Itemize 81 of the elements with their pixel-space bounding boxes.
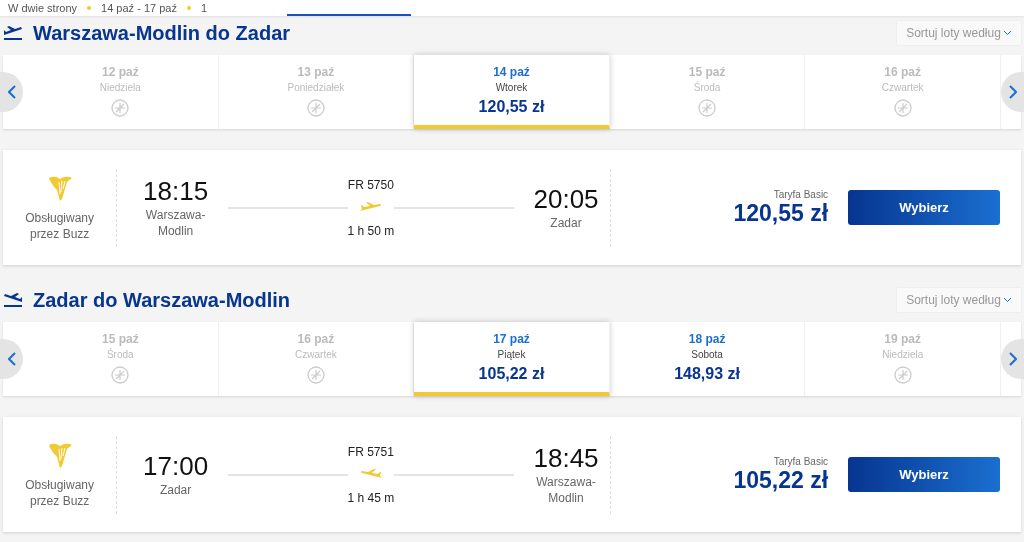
date-label: 17 paź bbox=[493, 332, 530, 346]
no-flight-icon bbox=[111, 366, 130, 384]
date-label: 18 paź bbox=[688, 332, 726, 346]
departure-city: Warszawa-Modlin bbox=[144, 207, 207, 239]
fare-price: 105,22 zł bbox=[733, 466, 829, 494]
select-button[interactable]: Wybierz bbox=[848, 190, 1000, 225]
plane-icon bbox=[359, 468, 382, 481]
date-tab[interactable]: 17 paź Piątek 105,22 zł bbox=[414, 322, 610, 396]
flight-number: FR 5750 bbox=[347, 177, 394, 192]
date-label: 15 paź bbox=[688, 65, 726, 79]
date-label: 15 paź bbox=[101, 332, 139, 346]
operator-label: Obsługiwany przez Buzz bbox=[24, 476, 95, 509]
weekday-label: Piątek bbox=[497, 349, 526, 360]
flight-number: FR 5751 bbox=[347, 444, 394, 459]
departure-plane-icon bbox=[3, 293, 23, 307]
departure-time: 17:00 bbox=[143, 451, 209, 482]
next-button[interactable] bbox=[1001, 339, 1024, 379]
select-button[interactable]: Wybierz bbox=[848, 457, 1000, 492]
flight-duration: 1 h 50 m bbox=[347, 223, 395, 238]
date-tab[interactable]: 18 paź Sobota 148,93 zł bbox=[609, 322, 806, 396]
passenger-count: 1 bbox=[200, 2, 208, 14]
date-tab[interactable]: 19 paź Niedziela bbox=[805, 322, 1001, 396]
chevron-down-icon bbox=[1002, 297, 1012, 303]
weekday-label: Niedziela bbox=[99, 82, 141, 93]
chevron-down-icon bbox=[1002, 30, 1012, 36]
no-flight-icon bbox=[306, 366, 325, 384]
no-flight-icon bbox=[306, 99, 325, 117]
departure-time: 18:15 bbox=[143, 176, 209, 207]
date-tab[interactable]: 15 paź Środa bbox=[609, 55, 806, 129]
date-price: 148,93 zł bbox=[674, 365, 740, 383]
date-price: 120,55 zł bbox=[478, 98, 545, 116]
no-flight-icon bbox=[893, 99, 912, 117]
date-tab[interactable]: 12 paź Niedziela bbox=[23, 55, 219, 129]
date-tab[interactable]: 13 paź Poniedziałek bbox=[218, 55, 415, 129]
date-label: 13 paź bbox=[297, 65, 335, 79]
weekday-label: Niedziela bbox=[882, 349, 924, 360]
previous-button[interactable] bbox=[0, 339, 23, 379]
departure-plane-icon bbox=[3, 26, 23, 40]
chevron-right-icon bbox=[1008, 85, 1017, 99]
trip-type: W dwie strony bbox=[8, 2, 78, 14]
previous-button[interactable] bbox=[0, 72, 23, 112]
fare-label: Taryfa Basic bbox=[773, 188, 829, 200]
sort-dropdown[interactable]: Sortuj loty według bbox=[897, 288, 1021, 312]
chevron-left-icon bbox=[7, 85, 16, 99]
weekday-label: Środa bbox=[693, 82, 721, 93]
trip-dates: 14 paź - 17 paź bbox=[101, 2, 177, 14]
weekday-label: Środa bbox=[106, 349, 134, 360]
date-tab[interactable]: 15 paź Środa bbox=[23, 322, 219, 396]
date-label: 12 paź bbox=[101, 65, 139, 79]
weekday-label: Sobota bbox=[691, 349, 723, 360]
date-label: 14 paź bbox=[493, 65, 530, 79]
operator-label: Obsługiwany przez Buzz bbox=[24, 209, 95, 242]
fare-label: Taryfa Basic bbox=[773, 455, 829, 467]
arrival-time: 20:05 bbox=[533, 184, 599, 215]
arrival-time: 18:45 bbox=[533, 443, 599, 474]
no-flight-icon bbox=[111, 99, 130, 117]
plane-icon bbox=[359, 201, 382, 214]
route-title: Warszawa-Modlin do Zadar bbox=[33, 21, 291, 45]
chevron-right-icon bbox=[1008, 352, 1017, 366]
date-tab[interactable]: 14 paź Wtorek 120,55 zł bbox=[414, 55, 610, 129]
date-label: 16 paź bbox=[884, 65, 922, 79]
no-flight-icon bbox=[698, 99, 717, 117]
date-tab[interactable]: 16 paź Czwartek bbox=[805, 55, 1001, 129]
date-tab[interactable]: 16 paź Czwartek bbox=[218, 322, 415, 396]
sort-dropdown[interactable]: Sortuj loty według bbox=[897, 21, 1021, 45]
no-flight-icon bbox=[893, 366, 912, 384]
chevron-left-icon bbox=[7, 352, 16, 366]
weekday-label: Czwartek bbox=[295, 349, 337, 360]
weekday-label: Poniedziałek bbox=[287, 82, 345, 93]
next-button[interactable] bbox=[1001, 72, 1024, 112]
flight-duration: 1 h 45 m bbox=[347, 490, 395, 505]
date-label: 19 paź bbox=[884, 332, 922, 346]
arrival-city: Warszawa-Modlin bbox=[535, 474, 597, 506]
arrival-city: Zadar bbox=[549, 215, 583, 231]
weekday-label: Wtorek bbox=[495, 82, 528, 93]
departure-city: Zadar bbox=[158, 482, 193, 498]
route-title: Zadar do Warszawa-Modlin bbox=[33, 288, 291, 312]
date-label: 16 paź bbox=[297, 332, 335, 346]
weekday-label: Czwartek bbox=[881, 82, 924, 93]
fare-price: 120,55 zł bbox=[733, 199, 829, 227]
date-price: 105,22 zł bbox=[478, 365, 545, 383]
